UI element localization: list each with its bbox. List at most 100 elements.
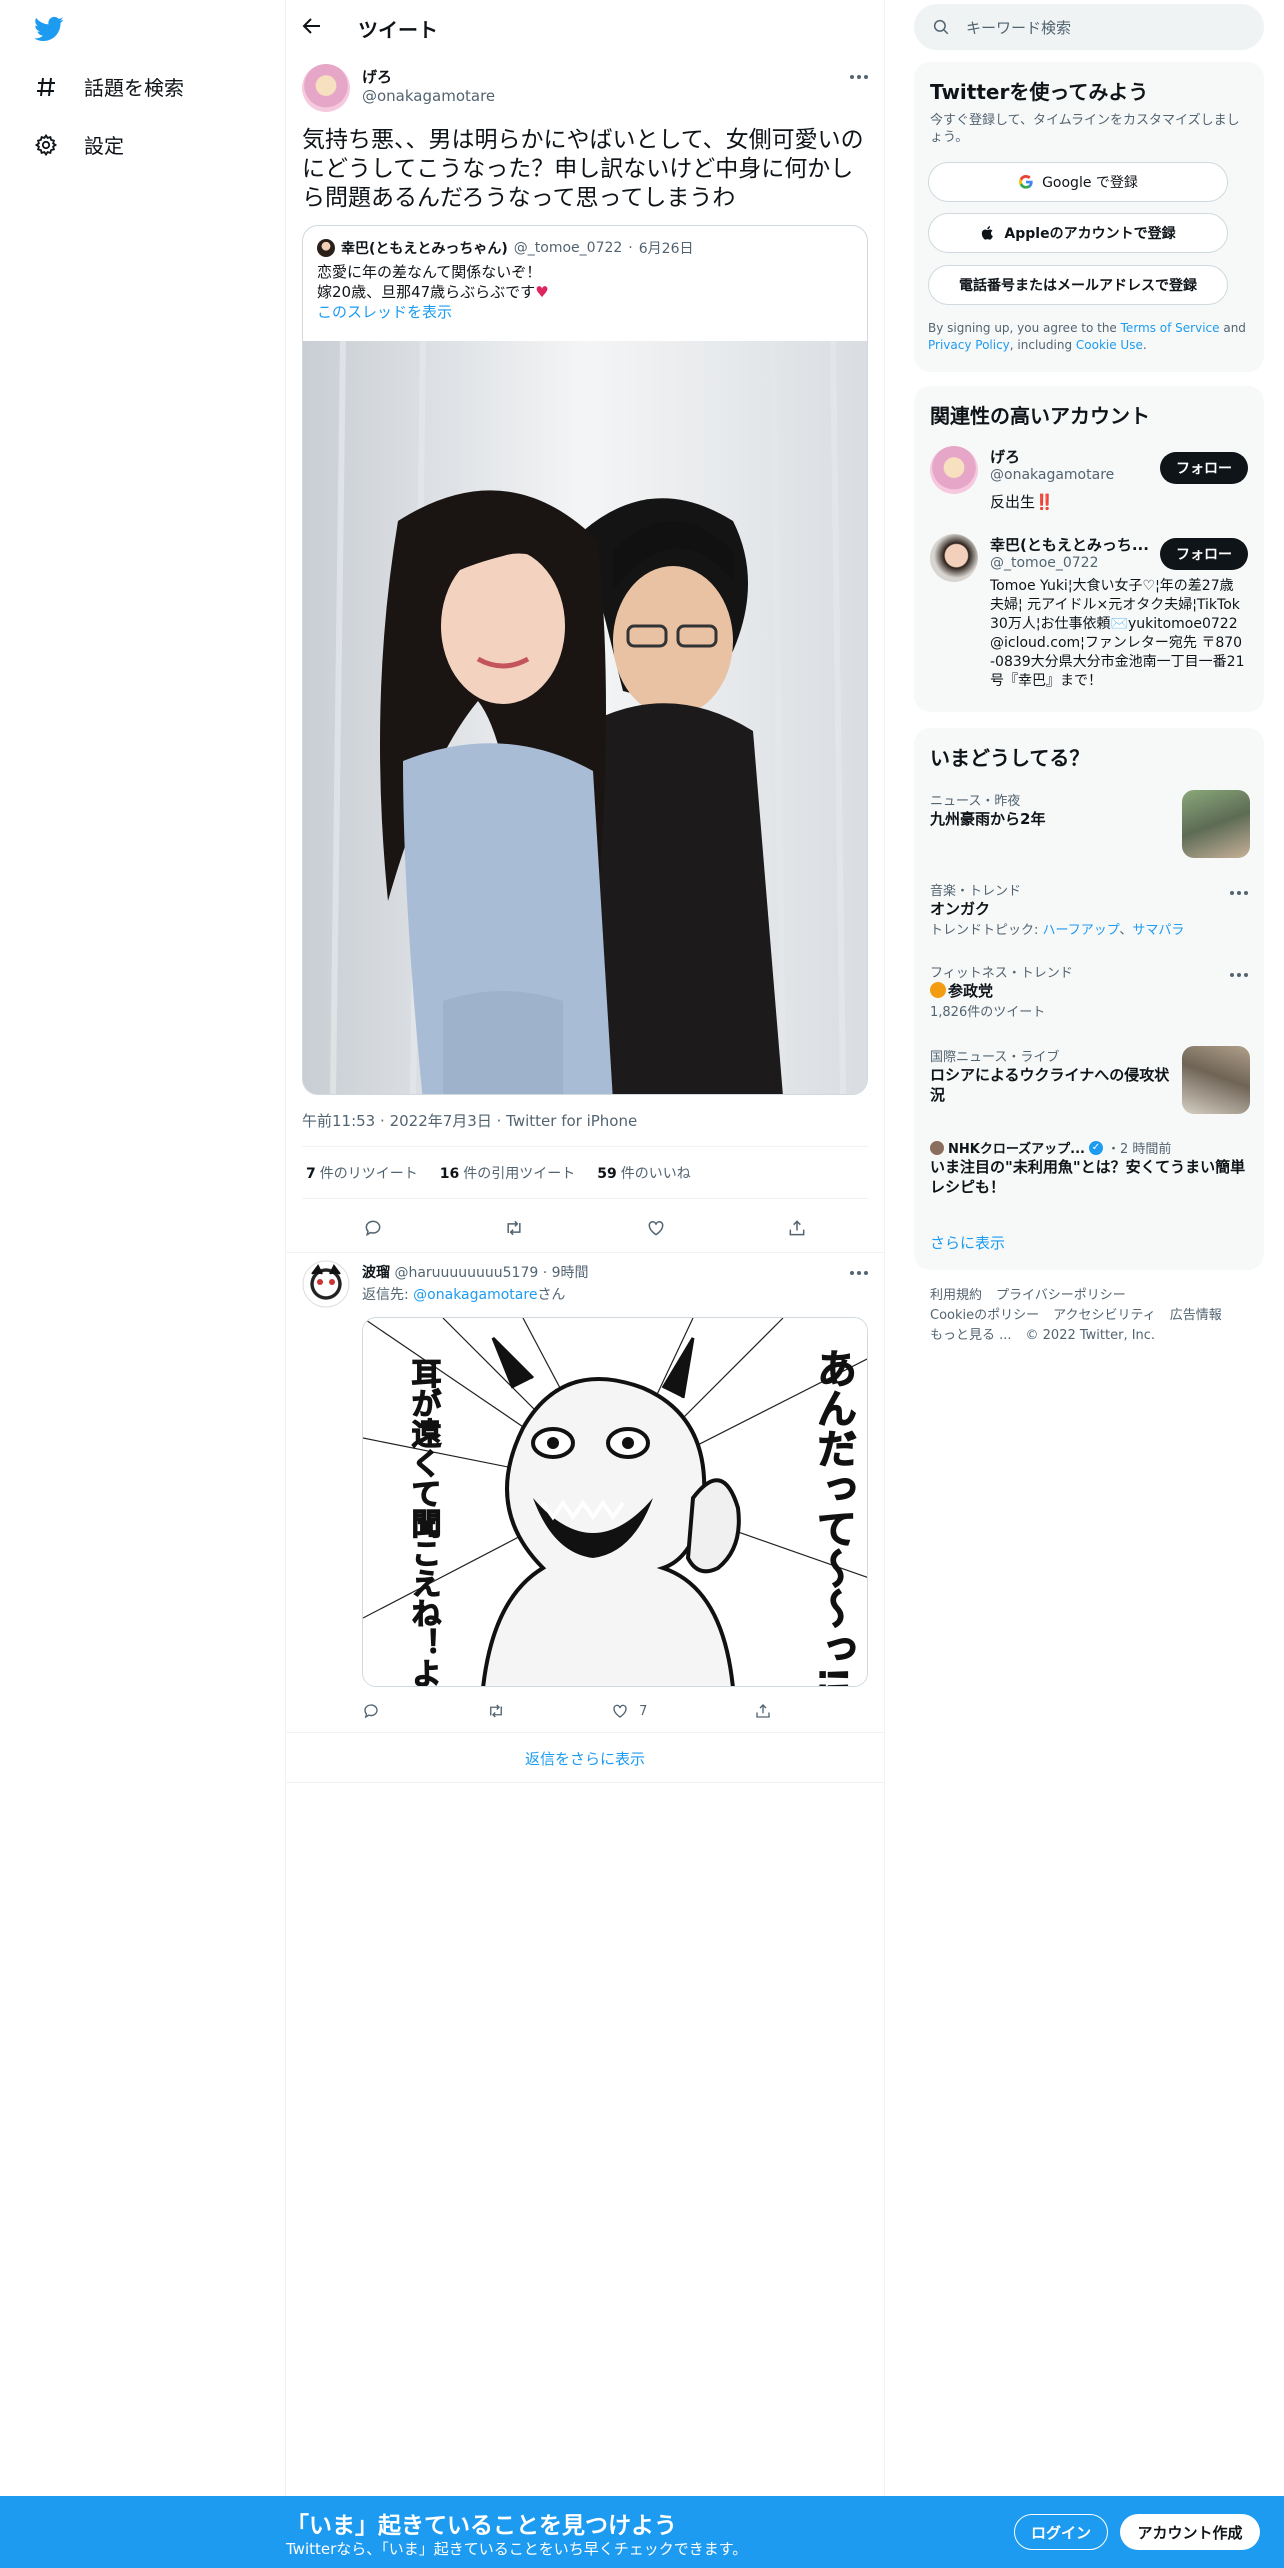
quoted-dot: · — [628, 240, 633, 256]
terms-link[interactable]: Terms of Service — [1121, 321, 1220, 335]
trend-topics-sep: 、 — [1119, 923, 1133, 938]
quote-stat[interactable]: 16 件の引用ツイート — [440, 1163, 575, 1183]
footer-link[interactable]: Cookieのポリシー — [930, 1308, 1039, 1323]
page-title: ツイート — [358, 18, 438, 42]
reply-author-avatar[interactable] — [302, 1260, 350, 1308]
legal-text-3: , including — [1009, 338, 1076, 352]
google-signup-button[interactable]: Google で登録 — [928, 162, 1228, 202]
phone-email-signup-button[interactable]: 電話番号またはメールアドレスで登録 — [928, 265, 1228, 305]
tweet-author[interactable]: げろ @onakagamotare — [362, 66, 495, 105]
trends-show-more[interactable]: さらに表示 — [930, 1232, 1005, 1253]
search-bar[interactable]: キーワード検索 — [914, 4, 1264, 50]
trend-category: 国際ニュース・ライブ — [930, 1050, 1060, 1065]
trend-title-wrap: 参政党 — [930, 981, 1250, 1001]
legal-text-1: By signing up, you agree to the — [928, 321, 1121, 335]
related-bio-1: 反出生‼️ — [990, 493, 1054, 511]
trend-topic-link[interactable]: サマパラ — [1132, 923, 1184, 938]
tweet-time[interactable]: 午前11:53 — [302, 1112, 375, 1130]
footer-link[interactable]: アクセシビリティ — [1053, 1308, 1156, 1323]
footer-link[interactable]: 広告情報 — [1170, 1308, 1222, 1323]
reply-author-handle[interactable]: @haruuuuuuuu5179 — [394, 1265, 538, 1281]
quoted-tweet[interactable]: 幸巴(ともえとみっちゃん) @_tomoe_0722 · 6月26日 恋愛に年の… — [302, 225, 868, 1095]
more-options-icon[interactable] — [850, 74, 872, 80]
like-icon[interactable] — [646, 1218, 666, 1238]
trend-title: いま注目の"未利用魚"とは？安くてうまい簡単レシピも！ — [930, 1158, 1246, 1196]
quoted-date: 6月26日 — [638, 241, 694, 257]
related-account-1[interactable]: げろ @onakagamotare 反出生‼️ — [990, 446, 1114, 512]
nav-settings-label: 設定 — [84, 134, 124, 158]
footer-copyright: © 2022 Twitter, Inc. — [1025, 1328, 1156, 1343]
trend-source: NHKクローズアップ... — [948, 1142, 1085, 1157]
quoted-author-avatar — [317, 239, 335, 257]
quoted-tweet-header: 幸巴(ともえとみっちゃん) @_tomoe_0722 · 6月26日 — [317, 238, 693, 258]
page: 話題を検索 設定 ツイート げろ @onakagamotare 気持ち悪、、男は… — [0, 0, 1284, 2568]
follow-button-1[interactable]: フォロー — [1160, 452, 1248, 484]
footer-link[interactable]: プライバシーポリシー — [996, 1288, 1126, 1303]
cookie-link[interactable]: Cookie Use — [1076, 338, 1143, 352]
footer-row-1: 利用規約 プライバシーポリシー — [930, 1286, 1250, 1306]
tweet-text: 気持ち悪、、男は明らかにやばいとして、女側可愛いのにどうしてこうなった？申し訳な… — [302, 127, 864, 211]
create-account-button[interactable]: アカウント作成 — [1120, 2514, 1260, 2550]
trend-category: 音楽・トレンド — [930, 884, 1022, 899]
tweet-date[interactable]: 2022年7月3日 — [390, 1112, 492, 1130]
share-icon[interactable] — [787, 1218, 807, 1238]
reply-time[interactable]: 9時間 — [552, 1265, 589, 1281]
trend-more-icon[interactable] — [1230, 890, 1252, 896]
tweet-author-handle: @onakagamotare — [362, 87, 496, 105]
reply-image[interactable]: あんだって〜〜っ!!? 耳が遠くて聞こえね！よ！!! — [362, 1317, 868, 1687]
twitter-logo-icon[interactable] — [32, 14, 66, 44]
trend-category: フィットネス・トレンド — [930, 966, 1073, 981]
retweet-count: 7 — [306, 1166, 316, 1182]
footer-more-link[interactable]: もっと見る ... — [930, 1328, 1012, 1343]
share-icon[interactable] — [754, 1702, 772, 1720]
quoted-author-name: 幸巴(ともえとみっちゃん) — [341, 241, 508, 257]
trend-topic-link[interactable]: ハーフアップ — [1043, 923, 1120, 938]
show-more-replies-button[interactable]: 返信をさらに表示 — [286, 1733, 884, 1783]
nav-settings[interactable]: 設定 — [34, 130, 124, 159]
trend-title: 参政党 — [948, 982, 994, 1000]
related-avatar-1[interactable] — [930, 446, 978, 494]
tweet-author-avatar[interactable] — [302, 64, 350, 112]
trend-item-5[interactable]: NHKクローズアップ... ✓ ・2 時間前 いま注目の"未利用魚"とは？安くて… — [930, 1138, 1250, 1197]
manga-panel-illustration: あんだって〜〜っ!!? 耳が遠くて聞こえね！よ！!! — [363, 1318, 867, 1686]
trend-item-4[interactable]: 国際ニュース・ライブ ロシアによるウクライナへの侵攻状況 — [930, 1046, 1170, 1105]
related-bio-2: Tomoe Yuki¦大食い女子♡¦年の差27歳夫婦¦ 元アイドル×元オタク夫婦… — [990, 578, 1245, 689]
quoted-line-2: 嫁20歳、旦那47歳らぶらぶです — [317, 283, 536, 301]
retweet-icon[interactable] — [487, 1702, 505, 1720]
trend-time: ・2 時間前 — [1107, 1142, 1172, 1157]
privacy-link[interactable]: Privacy Policy — [928, 338, 1010, 352]
reply-like-action[interactable]: 7 — [611, 1702, 647, 1720]
retweet-icon[interactable] — [504, 1218, 524, 1238]
divider — [302, 1198, 868, 1199]
show-thread-link[interactable]: このスレッドを表示 — [317, 302, 549, 322]
trends-card: いまどうしてる？ ニュース・昨夜 九州豪雨から2年 音楽・トレンド オンガク ト… — [914, 728, 1264, 1270]
login-button[interactable]: ログイン — [1014, 2514, 1108, 2550]
divider — [302, 1146, 868, 1147]
quoted-photo[interactable] — [303, 341, 867, 1094]
like-stat[interactable]: 59 件のいいね — [597, 1163, 690, 1183]
reply-to: 返信先: @onakagamotareさん — [362, 1284, 565, 1304]
reply-more-options-icon[interactable] — [850, 1270, 872, 1276]
retweet-stat[interactable]: 7 件のリツイート — [306, 1163, 418, 1183]
quote-label: 件の引用ツイート — [463, 1166, 576, 1182]
follow-button-2[interactable]: フォロー — [1160, 538, 1248, 570]
legal-text-4: . — [1142, 338, 1147, 352]
search-input[interactable]: キーワード検索 — [966, 17, 1071, 38]
reply-to-handle[interactable]: @onakagamotare — [413, 1287, 537, 1303]
trend-item-3[interactable]: フィットネス・トレンド 参政党 1,826件のツイート — [930, 962, 1250, 1020]
back-arrow-icon[interactable] — [300, 14, 324, 38]
footer-row-3: もっと見る ... © 2022 Twitter, Inc. — [930, 1326, 1250, 1346]
apple-signup-button[interactable]: Appleのアカウントで登録 — [928, 213, 1228, 253]
nav-explore[interactable]: 話題を検索 — [34, 72, 184, 101]
reply-icon[interactable] — [362, 1702, 380, 1720]
trend-item-2[interactable]: 音楽・トレンド オンガク トレンドトピック: ハーフアップ、サマパラ — [930, 880, 1250, 938]
reply-icon[interactable] — [363, 1218, 383, 1238]
related-name-1: げろ — [990, 448, 1021, 466]
trend-topics-prefix: トレンドトピック: — [930, 923, 1043, 938]
verified-badge-icon: ✓ — [1089, 1140, 1103, 1155]
footer-link[interactable]: 利用規約 — [930, 1288, 982, 1303]
related-avatar-2[interactable] — [930, 534, 978, 582]
reply-author-name[interactable]: 波瑠 — [362, 1265, 390, 1281]
apple-signup-label: Appleのアカウントで登録 — [1004, 226, 1176, 242]
trend-more-icon[interactable] — [1230, 972, 1252, 978]
